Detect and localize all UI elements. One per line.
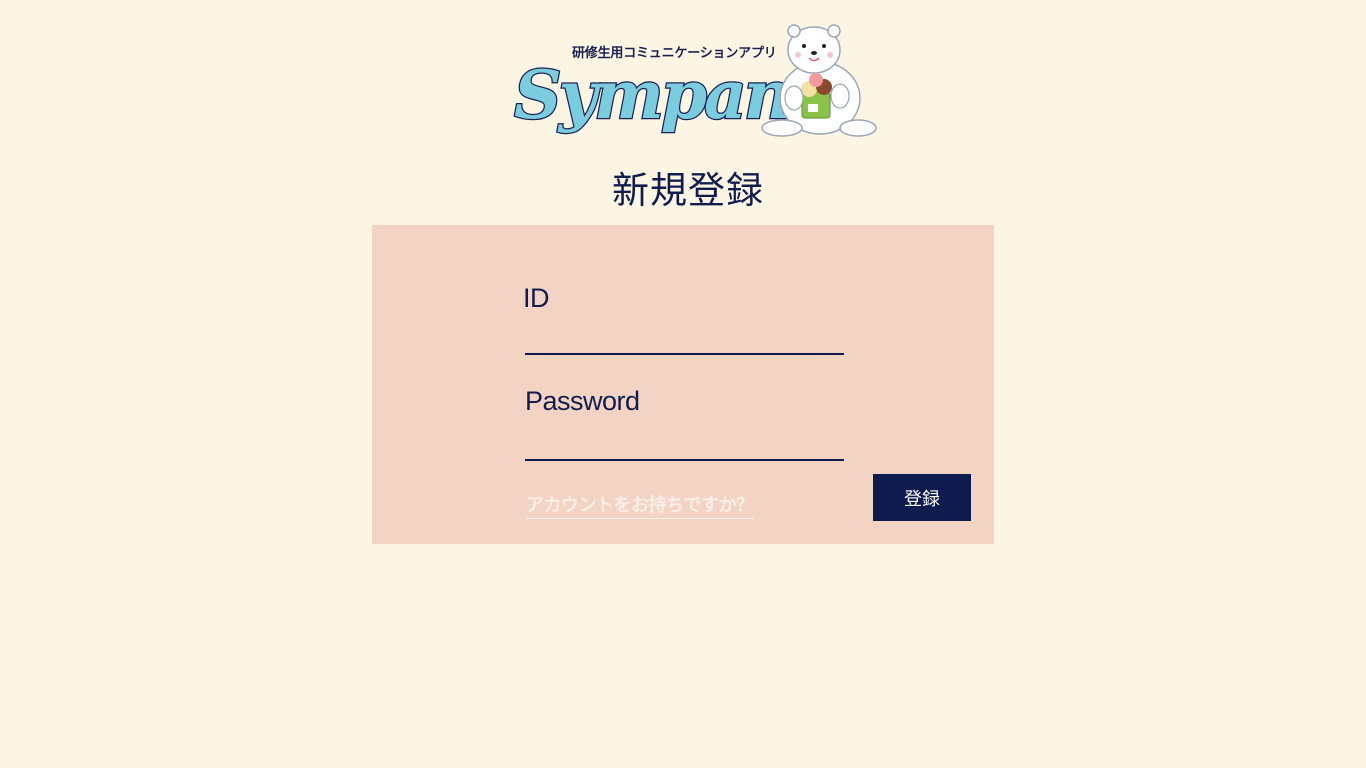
id-field[interactable]	[525, 325, 844, 355]
have-account-link[interactable]: アカウントをお持ちですか？	[526, 491, 754, 519]
signup-form: ID Password アカウントをお持ちですか？ 登録	[372, 225, 994, 544]
password-label: Password	[525, 386, 640, 416]
password-field[interactable]	[525, 431, 844, 461]
register-button[interactable]: 登録	[873, 474, 971, 521]
id-label: ID	[523, 283, 550, 313]
polar-bear-icon	[761, 24, 877, 137]
app-tagline: 研修生用コミュニケーションアプリ	[572, 46, 777, 61]
signup-page: Sympany 研修生用コミュニケーションアプリ	[0, 0, 1366, 768]
svg-text:Sympany: Sympany	[514, 56, 788, 134]
app-logo: Sympany 研修生用コミュニケーションアプリ	[508, 22, 878, 138]
page-title: 新規登録	[612, 169, 764, 212]
